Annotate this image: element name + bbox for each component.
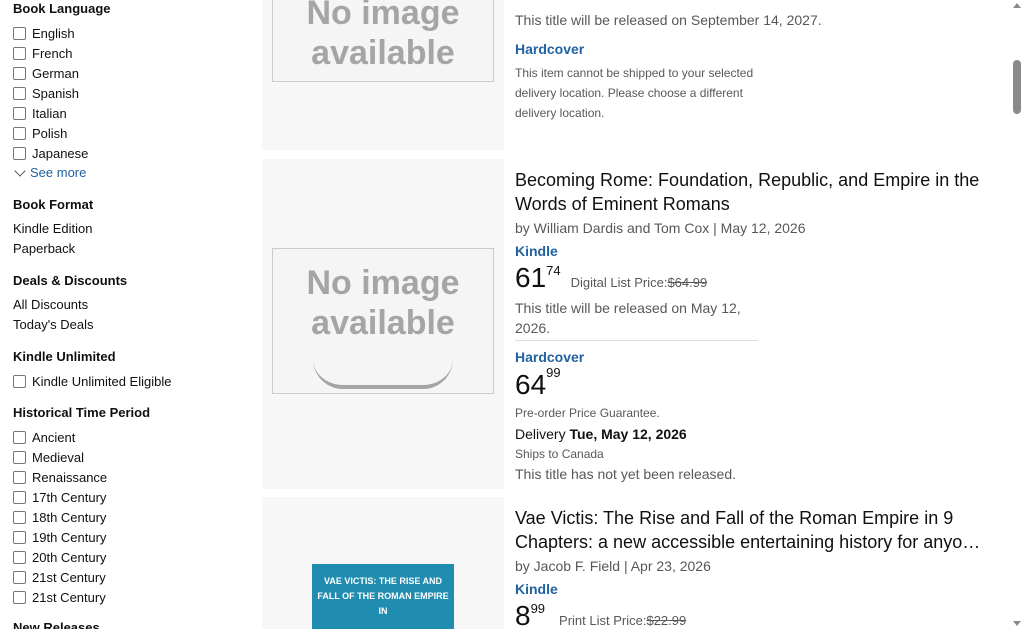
filter-medieval[interactable]: Medieval bbox=[13, 447, 84, 467]
filter-spanish[interactable]: Spanish bbox=[13, 83, 79, 103]
checkbox[interactable] bbox=[13, 126, 26, 140]
filter-renaissance[interactable]: Renaissance bbox=[13, 467, 107, 487]
filter-german[interactable]: German bbox=[13, 63, 79, 83]
delivery-line: Delivery Tue, May 12, 2026 bbox=[515, 426, 687, 442]
digital-list-price: $64.99 bbox=[667, 275, 708, 290]
format-hardcover-link[interactable]: Hardcover bbox=[515, 41, 584, 57]
filter-all-discounts[interactable]: All Discounts bbox=[13, 297, 88, 312]
checkbox[interactable] bbox=[13, 146, 26, 160]
price-fraction[interactable]: 74 bbox=[546, 256, 560, 286]
digital-list-label: Digital List Price: bbox=[570, 275, 668, 290]
deals-heading: Deals & Discounts bbox=[13, 273, 128, 288]
chevron-down-icon bbox=[14, 165, 26, 177]
print-list-label: Print List Price: bbox=[559, 613, 647, 628]
filter-italian[interactable]: Italian bbox=[13, 103, 67, 123]
release-text: This title will be released on September… bbox=[515, 12, 822, 28]
filter-21st-century[interactable]: 21st Century bbox=[13, 567, 106, 587]
filter-kindle-unlimited[interactable]: Kindle Unlimited Eligible bbox=[13, 371, 171, 391]
checkbox[interactable] bbox=[13, 510, 26, 524]
checkbox[interactable] bbox=[13, 450, 26, 464]
book-language-heading: Book Language bbox=[13, 1, 111, 16]
checkbox[interactable] bbox=[13, 470, 26, 484]
scrollbar-thumb[interactable] bbox=[1013, 60, 1021, 114]
checkbox[interactable] bbox=[13, 66, 26, 80]
filter-20th-century[interactable]: 20th Century bbox=[13, 547, 106, 567]
scroll-down-icon[interactable] bbox=[1013, 621, 1021, 626]
price-whole-2[interactable]: 64 bbox=[515, 369, 546, 400]
ships-to: Ships to Canada bbox=[515, 447, 604, 461]
checkbox[interactable] bbox=[13, 550, 26, 564]
filter-todays-deals[interactable]: Today's Deals bbox=[13, 317, 94, 332]
byline-2: by Jacob F. Field | Apr 23, 2026 bbox=[515, 558, 711, 574]
filter-18th-century[interactable]: 18th Century bbox=[13, 507, 106, 527]
checkbox[interactable] bbox=[13, 26, 26, 40]
filter-19th-century[interactable]: 19th Century bbox=[13, 527, 106, 547]
page-scrollbar[interactable] bbox=[1010, 0, 1024, 629]
checkbox[interactable] bbox=[13, 106, 26, 120]
book-format-heading: Book Format bbox=[13, 197, 94, 212]
format-hardcover-link-2[interactable]: Hardcover bbox=[515, 349, 584, 365]
no-image-placeholder-2[interactable]: No image available bbox=[272, 248, 494, 394]
print-list-price: $22.99 bbox=[646, 613, 687, 628]
result-info-2: Becoming Rome: Foundation, Republic, and… bbox=[515, 168, 995, 484]
kindle-price-row[interactable]: 61 74 Digital List Price: $64.99 bbox=[515, 263, 995, 298]
filter-ancient[interactable]: Ancient bbox=[13, 427, 75, 447]
filter-english[interactable]: English bbox=[13, 23, 75, 43]
checkbox[interactable] bbox=[13, 590, 26, 604]
result-info-1: This title will be released on September… bbox=[515, 10, 995, 123]
checkbox[interactable] bbox=[13, 430, 26, 444]
filter-french[interactable]: French bbox=[13, 43, 72, 63]
book-title-link[interactable]: Becoming Rome: Foundation, Republic, and… bbox=[515, 168, 995, 216]
price-whole-3[interactable]: 8 bbox=[515, 601, 531, 631]
checkbox[interactable] bbox=[13, 374, 26, 388]
scroll-up-icon[interactable] bbox=[1013, 3, 1021, 8]
filter-kindle-edition[interactable]: Kindle Edition bbox=[13, 221, 93, 236]
checkbox[interactable] bbox=[13, 86, 26, 100]
shipping-note: This item cannot be shipped to your sele… bbox=[515, 66, 754, 120]
price-whole[interactable]: 61 bbox=[515, 263, 546, 293]
kindle-unlimited-heading: Kindle Unlimited bbox=[13, 349, 116, 364]
price-fraction-2[interactable]: 99 bbox=[546, 365, 560, 380]
preorder-guarantee[interactable]: Pre-order Price Guarantee. bbox=[515, 404, 995, 422]
checkbox[interactable] bbox=[13, 530, 26, 544]
filter-polish[interactable]: Polish bbox=[13, 123, 67, 143]
checkbox[interactable] bbox=[13, 490, 26, 504]
see-more-link[interactable]: See more bbox=[13, 165, 86, 180]
checkbox[interactable] bbox=[13, 46, 26, 60]
checkbox[interactable] bbox=[13, 570, 26, 584]
divider bbox=[515, 340, 758, 341]
amazon-smile-icon bbox=[313, 359, 453, 389]
result-info-3: Vae Victis: The Rise and Fall of the Rom… bbox=[515, 506, 995, 636]
new-releases-heading: New Releases bbox=[13, 620, 100, 629]
byline: by William Dardis and Tom Cox | May 12, … bbox=[515, 220, 806, 236]
no-image-placeholder[interactable]: No image available bbox=[272, 0, 494, 82]
filter-sidebar: Book Language English French German Span… bbox=[0, 0, 250, 629]
delivery-date: Tue, May 12, 2026 bbox=[569, 426, 687, 442]
filter-17th-century[interactable]: 17th Century bbox=[13, 487, 106, 507]
book-cover-image[interactable]: VAE VICTIS: THE RISE AND FALL OF THE ROM… bbox=[312, 564, 454, 629]
price-fraction-3[interactable]: 99 bbox=[531, 594, 545, 624]
filter-paperback[interactable]: Paperback bbox=[13, 241, 75, 256]
filter-21st-century-2[interactable]: 21st Century bbox=[13, 587, 106, 607]
historical-period-heading: Historical Time Period bbox=[13, 405, 151, 420]
filter-japanese[interactable]: Japanese bbox=[13, 143, 88, 163]
book-title-link-2[interactable]: Vae Victis: The Rise and Fall of the Rom… bbox=[515, 506, 995, 554]
not-released-text: This title has not yet been released. bbox=[515, 466, 737, 482]
kindle-price-row-2[interactable]: 8 99 Print List Price: $22.99 bbox=[515, 601, 995, 636]
kindle-release-text: This title will be released on May 12, 2… bbox=[515, 300, 741, 336]
hardcover-price-row[interactable]: 6499 bbox=[515, 365, 995, 404]
